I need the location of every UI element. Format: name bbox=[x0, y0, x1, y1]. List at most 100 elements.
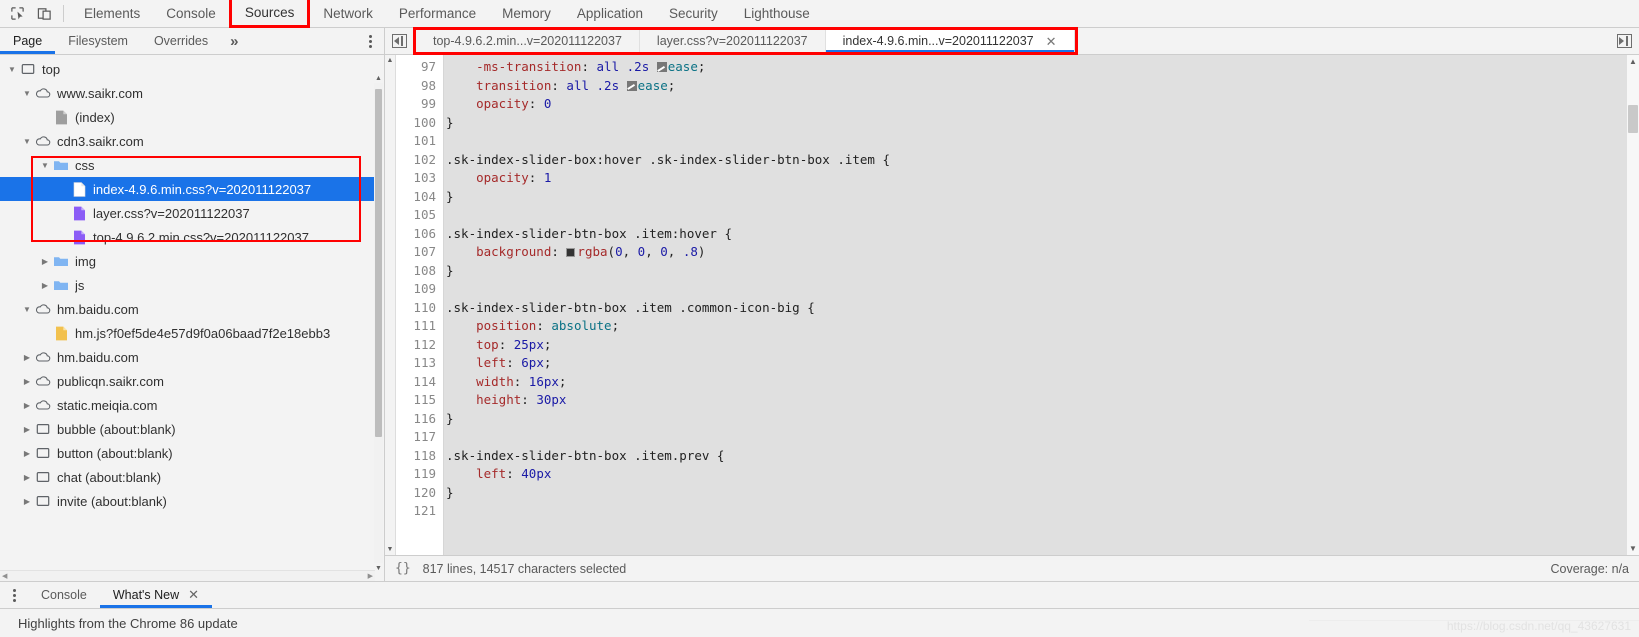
code-line[interactable]: opacity: 1 bbox=[446, 169, 1639, 188]
scroll-down-icon[interactable]: ▼ bbox=[385, 546, 395, 553]
code-line[interactable]: opacity: 0 bbox=[446, 95, 1639, 114]
code-line[interactable]: position: absolute; bbox=[446, 317, 1639, 336]
panel-tab-elements[interactable]: Elements bbox=[71, 0, 153, 27]
chevron-right-icon[interactable]: ▶ bbox=[38, 278, 52, 292]
nav-tab-filesystem[interactable]: Filesystem bbox=[55, 28, 141, 54]
tree-item[interactable]: ▼ css bbox=[0, 153, 375, 177]
code-line[interactable]: .sk-index-slider-box:hover .sk-index-sli… bbox=[446, 151, 1639, 170]
tree-item[interactable]: ▶ img bbox=[0, 249, 375, 273]
code-line[interactable]: background: rgba(0, 0, 0, .8) bbox=[446, 243, 1639, 262]
tree-item[interactable]: ▶ static.meiqia.com bbox=[0, 393, 375, 417]
close-icon[interactable]: ✕ bbox=[1046, 35, 1057, 48]
chevron-right-icon[interactable]: ▶ bbox=[20, 350, 34, 364]
tree-item[interactable]: index-4.9.6.min.css?v=202011122037 bbox=[0, 177, 375, 201]
scroll-down-icon[interactable]: ▼ bbox=[1627, 544, 1639, 553]
tree-item[interactable]: (index) bbox=[0, 105, 375, 129]
editor-tab-top-css[interactable]: top-4.9.6.2.min...v=202011122037 bbox=[416, 30, 640, 52]
chevron-right-icon[interactable]: ▶ bbox=[20, 494, 34, 508]
editor-tab-index-css[interactable]: index-4.9.6.min...v=202011122037 ✕ bbox=[825, 30, 1075, 52]
chevron-down-icon[interactable]: ▼ bbox=[20, 86, 34, 100]
chevron-right-icon[interactable]: ▶ bbox=[20, 446, 34, 460]
tree-item[interactable]: top-4.9.6.2.min.css?v=202011122037 bbox=[0, 225, 375, 249]
tree-item[interactable]: ▼ www.saikr.com bbox=[0, 81, 375, 105]
chevron-down-icon[interactable]: ▼ bbox=[20, 302, 34, 316]
code-line[interactable]: } bbox=[446, 114, 1639, 133]
nav-more-tabs-icon[interactable]: » bbox=[221, 28, 247, 54]
chevron-right-icon[interactable]: ▶ bbox=[20, 422, 34, 436]
code-line[interactable]: .sk-index-slider-btn-box .item .common-i… bbox=[446, 299, 1639, 318]
code-line[interactable]: left: 40px bbox=[446, 465, 1639, 484]
source-code-content[interactable]: -ms-transition: all .2s ease; transition… bbox=[444, 55, 1639, 555]
scroll-up-icon[interactable]: ▲ bbox=[1627, 57, 1639, 66]
editor-vertical-scrollbar[interactable]: ▲ ▼ bbox=[1627, 55, 1639, 555]
tree-item[interactable]: ▼ hm.baidu.com bbox=[0, 297, 375, 321]
code-line[interactable]: width: 16px; bbox=[446, 373, 1639, 392]
code-line[interactable]: left: 6px; bbox=[446, 354, 1639, 373]
code-line[interactable]: } bbox=[446, 410, 1639, 429]
chevron-down-icon[interactable]: ▼ bbox=[5, 62, 19, 76]
code-line[interactable]: -ms-transition: all .2s ease; bbox=[446, 58, 1639, 77]
show-debugger-sidebar-icon[interactable] bbox=[1609, 28, 1639, 54]
chevron-down-icon[interactable]: ▼ bbox=[20, 134, 34, 148]
bezier-easing-icon[interactable] bbox=[656, 62, 667, 72]
code-line[interactable] bbox=[446, 428, 1639, 447]
code-line[interactable]: .sk-index-slider-btn-box .item.prev { bbox=[446, 447, 1639, 466]
panel-tab-lighthouse[interactable]: Lighthouse bbox=[731, 0, 823, 27]
panel-tab-sources[interactable]: Sources bbox=[228, 0, 311, 28]
tree-item[interactable]: ▶ chat (about:blank) bbox=[0, 465, 375, 489]
code-line[interactable] bbox=[446, 502, 1639, 521]
pretty-print-icon[interactable]: {} bbox=[395, 561, 411, 576]
drawer-more-options-icon[interactable] bbox=[0, 582, 28, 608]
navigator-more-options-icon[interactable] bbox=[356, 28, 384, 54]
code-line[interactable]: } bbox=[446, 262, 1639, 281]
color-swatch-icon[interactable] bbox=[566, 248, 576, 257]
code-editor[interactable]: ▲ ▼ 97 98 99 100 101 102 103 104 105 106 107 108 109… bbox=[385, 55, 1639, 555]
panel-tab-application[interactable]: Application bbox=[564, 0, 656, 27]
nav-tab-page[interactable]: Page bbox=[0, 28, 56, 54]
device-toolbar-icon[interactable] bbox=[31, 1, 58, 27]
scroll-up-icon[interactable]: ▲ bbox=[385, 57, 395, 64]
tree-item[interactable]: hm.js?f0ef5de4e57d9f0a06baad7f2e18ebb3 bbox=[0, 321, 375, 345]
tree-item[interactable]: ▼ top bbox=[0, 57, 375, 81]
editor-left-scroll-strip[interactable]: ▲ ▼ bbox=[385, 55, 396, 555]
scroll-up-icon[interactable]: ▲ bbox=[374, 73, 383, 83]
tree-item[interactable]: ▶ bubble (about:blank) bbox=[0, 417, 375, 441]
chevron-right-icon[interactable]: ▶ bbox=[20, 374, 34, 388]
code-line[interactable]: } bbox=[446, 484, 1639, 503]
navigator-horizontal-scrollbar[interactable]: ◀ ▶ bbox=[0, 570, 375, 581]
chevron-right-icon[interactable]: ▶ bbox=[38, 254, 52, 268]
code-line[interactable] bbox=[446, 206, 1639, 225]
navigator-vertical-scrollbar[interactable]: ▲ ▼ bbox=[374, 75, 383, 572]
code-line[interactable] bbox=[446, 132, 1639, 151]
tree-item[interactable]: ▶ publicqn.saikr.com bbox=[0, 369, 375, 393]
panel-tab-security[interactable]: Security bbox=[656, 0, 731, 27]
tree-item[interactable]: ▼ cdn3.saikr.com bbox=[0, 129, 375, 153]
chevron-right-icon[interactable]: ▶ bbox=[20, 470, 34, 484]
scroll-left-icon[interactable]: ◀ bbox=[2, 572, 7, 580]
nav-tab-overrides[interactable]: Overrides bbox=[141, 28, 221, 54]
chevron-down-icon[interactable]: ▼ bbox=[38, 158, 52, 172]
tree-item[interactable]: ▶ button (about:blank) bbox=[0, 441, 375, 465]
panel-tab-network[interactable]: Network bbox=[310, 0, 386, 27]
tree-item[interactable]: layer.css?v=202011122037 bbox=[0, 201, 375, 225]
drawer-tab-console[interactable]: Console bbox=[28, 582, 100, 608]
drawer-tab-whats-new[interactable]: What's New ✕ bbox=[99, 582, 213, 608]
scrollbar-thumb[interactable] bbox=[1628, 105, 1638, 133]
code-line[interactable]: height: 30px bbox=[446, 391, 1639, 410]
tree-item[interactable]: ▶ hm.baidu.com bbox=[0, 345, 375, 369]
inspect-element-icon[interactable] bbox=[4, 1, 31, 27]
close-icon[interactable]: ✕ bbox=[188, 587, 199, 603]
scrollbar-thumb[interactable] bbox=[375, 89, 382, 437]
code-line[interactable]: top: 25px; bbox=[446, 336, 1639, 355]
panel-tab-performance[interactable]: Performance bbox=[386, 0, 489, 27]
collapse-navigator-icon[interactable] bbox=[385, 28, 413, 54]
tree-item[interactable]: ▶ js bbox=[0, 273, 375, 297]
file-tree[interactable]: ▼ top ▼ www.saikr.com (index) ▼ cdn3.saikr.com… bbox=[0, 55, 375, 572]
code-line[interactable]: transition: all .2s ease; bbox=[446, 77, 1639, 96]
scroll-down-icon[interactable]: ▼ bbox=[374, 563, 383, 573]
code-scroll-region[interactable]: 97 98 99 100 101 102 103 104 105 106 107 108 109 110 1… bbox=[396, 55, 1639, 555]
panel-tab-memory[interactable]: Memory bbox=[489, 0, 564, 27]
code-line[interactable] bbox=[446, 280, 1639, 299]
bezier-easing-icon[interactable] bbox=[626, 80, 637, 91]
tree-item[interactable]: ▶ invite (about:blank) bbox=[0, 489, 375, 513]
